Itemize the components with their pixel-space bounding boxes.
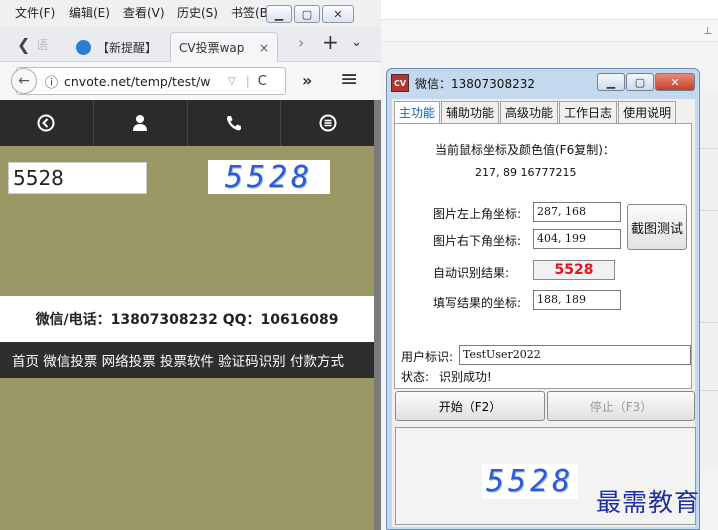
tab-aux[interactable]: 辅助功能 [441,101,500,123]
page-viewport: 5528 5528 微信/电话：13807308232 QQ：10616089 … [0,100,381,530]
pin-icon: ⊥ [703,26,712,37]
tab-log[interactable]: 工作日志 [559,101,618,123]
back-circle-icon [37,114,55,132]
tab-close-icon[interactable]: × [259,41,269,55]
nav-phone[interactable] [188,100,282,146]
url-text[interactable]: cnvote.net/temp/test/w [64,74,224,89]
tab-notice[interactable]: 【新提醒】 [76,32,157,62]
menu-view[interactable]: 查看(V) [123,4,165,21]
divider: | [245,74,250,88]
site-nav [0,100,374,146]
status-value: 识别成功! [439,370,492,384]
tab-label: CV投票wap [179,41,245,55]
captcha-image[interactable]: 5528 [208,159,330,195]
captcha-input[interactable]: 5528 [8,162,147,194]
background-strip [380,0,718,20]
nav-menu[interactable] [281,100,374,146]
background-toolbar [380,20,718,42]
watermark: 最需教育 [596,488,701,517]
reload-icon[interactable]: C [258,74,267,89]
fill-coords-label: 填写结果的坐标: [433,296,522,310]
main-panel: 当前鼠标坐标及颜色值(F6复制)： 217, 89 16777215 图片左上角… [394,123,692,389]
phone-icon [226,116,241,131]
user-field[interactable]: TestUser2022 [459,345,691,365]
info-icon[interactable]: ⓘ [45,72,58,91]
dropdown-icon[interactable]: ▽ [228,76,236,87]
page-scrollbar[interactable] [374,100,381,530]
browser-window-controls: ▁ ▢ ✕ [264,5,354,23]
app-titlebar[interactable]: CV 微信：13807308232 ▁ ▢ ✕ [387,69,699,97]
back-icon[interactable]: ← [11,68,37,94]
browser-window: 文件(F) 编辑(E) 查看(V) 历史(S) 书签(B) ▁ ▢ ✕ ❮ 语 … [0,0,381,530]
menu-edit[interactable]: 编辑(E) [69,4,110,21]
tab-advanced[interactable]: 高级功能 [500,101,559,123]
browser-navbar: ← ⓘ cnvote.net/temp/test/w ▽ | C » ≡ [0,62,381,100]
fill-coords-field[interactable]: 188, 189 [533,290,621,310]
minimize-button[interactable]: ▁ [597,73,625,91]
hamburger-menu-icon[interactable]: ≡ [340,67,358,92]
maximize-button[interactable]: ▢ [294,5,320,23]
overflow-icon[interactable]: » [302,71,312,90]
crop-test-button[interactable]: 截图测试 [627,204,687,250]
menu-circle-icon [319,114,337,132]
captcha-text: 5528 [224,159,314,195]
tab-cv-vote[interactable]: CV投票wap × [170,32,278,62]
start-button[interactable]: 开始（F2） [395,391,545,421]
faded-tab[interactable]: 语 [36,36,48,53]
user-label: 用户标识: [401,350,454,364]
top-left-field[interactable]: 287, 168 [533,202,621,222]
back-tabs-icon[interactable]: ❮ [17,35,30,54]
nav-back[interactable] [0,100,94,146]
bottom-nav[interactable]: 首页 微信投票 网络投票 投票软件 验证码识别 付款方式 [0,342,374,378]
nav-user[interactable] [94,100,188,146]
close-button[interactable]: ✕ [655,73,695,91]
app-title: 微信：13807308232 [415,77,535,91]
preview-captcha-text: 5528 [482,464,579,499]
menu-file[interactable]: 文件(F) [15,4,55,21]
bottom-right-field[interactable]: 404, 199 [533,229,621,249]
contact-info: 微信/电话：13807308232 QQ：10616089 [0,296,374,342]
user-icon [133,115,148,131]
globe-icon [76,39,91,55]
app-window-controls: ▁ ▢ ✕ [596,73,695,91]
result-value: 5528 [533,260,615,280]
app-tabs: 主功能 辅助功能 高级功能 工作日志 使用说明 [394,101,677,123]
status-label: 状态: [401,370,430,384]
menu-history[interactable]: 历史(S) [177,4,218,21]
tab-main[interactable]: 主功能 [394,101,441,123]
result-label: 自动识别结果: [433,266,510,280]
new-tab-icon[interactable]: + [322,30,339,54]
coords-heading: 当前鼠标坐标及颜色值(F6复制)： [435,143,615,157]
stop-button[interactable]: 停止（F3） [547,391,695,421]
close-button[interactable]: ✕ [322,5,354,23]
tab-list-icon[interactable]: ⌄ [351,35,362,50]
tab-label: 【新提醒】 [97,40,158,55]
app-window: CV 微信：13807308232 ▁ ▢ ✕ 主功能 辅助功能 高级功能 工作… [386,68,700,530]
top-left-label: 图片左上角坐标: [433,207,522,221]
bottom-right-label: 图片右下角坐标: [433,234,522,248]
browser-tabbar: ❮ 语 【新提醒】 CV投票wap × › + ⌄ [0,26,381,62]
tab-scroll-icon[interactable]: › [298,33,304,52]
app-icon: CV [391,74,409,92]
tab-help[interactable]: 使用说明 [618,101,677,123]
address-bar[interactable]: ← ⓘ cnvote.net/temp/test/w ▽ | C [11,67,286,95]
maximize-button[interactable]: ▢ [626,73,654,91]
app-body: 主功能 辅助功能 高级功能 工作日志 使用说明 当前鼠标坐标及颜色值(F6复制)… [392,99,696,527]
coords-value: 217, 89 16777215 [475,166,577,179]
minimize-button[interactable]: ▁ [266,5,292,23]
browser-menubar: 文件(F) 编辑(E) 查看(V) 历史(S) 书签(B) ▁ ▢ ✕ [0,0,381,26]
